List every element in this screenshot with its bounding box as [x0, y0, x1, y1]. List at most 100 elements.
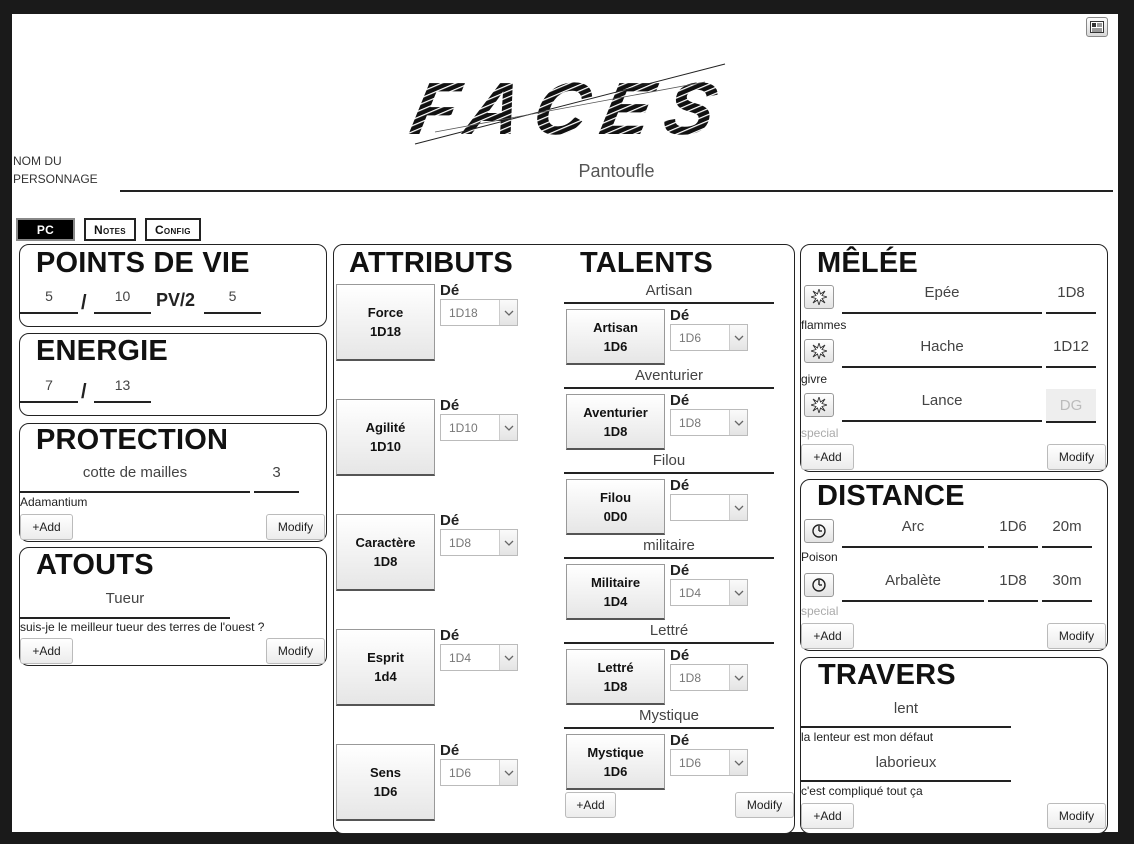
talent-dice-select[interactable]: 1D4 — [670, 579, 748, 606]
attribute-de-label: Dé — [440, 512, 460, 529]
attribute-button[interactable]: Sens 1D6 — [336, 744, 435, 821]
attribute-button[interactable]: Caractère 1D8 — [336, 514, 435, 591]
character-name-field[interactable]: Pantoufle — [120, 158, 1113, 192]
attribute-dice-select[interactable]: 1D10 — [440, 414, 518, 441]
target-icon[interactable] — [804, 573, 834, 597]
talent-dice-select-value: 1D6 — [679, 330, 702, 345]
name-label-line1: NOM DU — [13, 154, 62, 168]
distance-weapon-name[interactable]: Arc — [842, 515, 984, 548]
distance-add-button[interactable]: +Add — [801, 623, 854, 649]
attribute-button[interactable]: Force 1D18 — [336, 284, 435, 361]
travers-name-field[interactable]: lent — [801, 700, 1011, 728]
protection-value-field[interactable]: 3 — [254, 464, 299, 493]
travers-add-button[interactable]: +Add — [801, 803, 854, 829]
weapon-burst-icon[interactable] — [804, 285, 834, 309]
sheet-menu-icon[interactable] — [1086, 17, 1108, 37]
attribute-button[interactable]: Esprit 1d4 — [336, 629, 435, 706]
attribute-dice-select[interactable]: 1D18 — [440, 299, 518, 326]
protection-armor-field[interactable]: cotte de mailles — [20, 464, 250, 493]
atouts-add-button[interactable]: +Add — [20, 638, 73, 664]
melee-weapon-note: flammes — [801, 318, 847, 332]
talent-dice: 1D8 — [603, 678, 628, 694]
talent-button[interactable]: Lettré 1D8 — [566, 649, 665, 705]
talent-dice-select[interactable] — [670, 494, 748, 521]
talent-dice-select-value: 1D8 — [679, 670, 702, 685]
attribute-dice-select[interactable]: 1D6 — [440, 759, 518, 786]
atouts-modify-button[interactable]: Modify — [266, 638, 325, 664]
talent-button[interactable]: Filou 0D0 — [566, 479, 665, 535]
talents-modify-button[interactable]: Modify — [735, 792, 794, 818]
distance-weapon-range[interactable]: 20m — [1042, 515, 1092, 548]
attribute-de-label: Dé — [440, 742, 460, 759]
tab-notes[interactable]: Notes — [84, 218, 136, 241]
talent-button[interactable]: Aventurier 1D8 — [566, 394, 665, 450]
talent-dice-select-value: 1D8 — [679, 415, 702, 430]
talent-button[interactable]: Mystique 1D6 — [566, 734, 665, 790]
energie-title: ENERGIE — [36, 335, 168, 367]
melee-weapon-name[interactable]: Hache — [842, 335, 1042, 368]
distance-weapon-name[interactable]: Arbalète — [842, 569, 984, 602]
travers-name-field[interactable]: laborieux — [801, 754, 1011, 782]
hp-max-field[interactable]: 10 — [94, 288, 151, 314]
talent-dice-select[interactable]: 1D8 — [670, 409, 748, 436]
tab-bar: PC Notes Config — [16, 218, 201, 241]
talent-dice: 1D8 — [603, 423, 628, 439]
protection-title: PROTECTION — [36, 424, 229, 456]
melee-weapon-name[interactable]: Lance — [842, 389, 1042, 422]
protection-add-button[interactable]: +Add — [20, 514, 73, 540]
protection-modify-button[interactable]: Modify — [266, 514, 325, 540]
talent-button[interactable]: Artisan 1D6 — [566, 309, 665, 365]
melee-modify-button[interactable]: Modify — [1047, 444, 1106, 470]
distance-weapon-damage[interactable]: 1D6 — [988, 515, 1038, 548]
attribute-name: Esprit — [367, 650, 404, 665]
melee-weapon-damage[interactable]: 1D8 — [1046, 281, 1096, 314]
talent-category: Aventurier — [564, 367, 774, 389]
talents-add-button[interactable]: +Add — [565, 792, 616, 818]
melee-weapon-damage[interactable]: 1D12 — [1046, 335, 1096, 368]
attribute-dice: 1D10 — [369, 439, 402, 454]
distance-weapon-range[interactable]: 30m — [1042, 569, 1092, 602]
tab-config[interactable]: Config — [144, 218, 201, 241]
atout-name-field[interactable]: Tueur — [20, 590, 230, 619]
tab-pc[interactable]: PC — [16, 218, 75, 241]
distance-modify-button[interactable]: Modify — [1047, 623, 1106, 649]
melee-weapon-damage[interactable]: DG — [1046, 389, 1096, 423]
melee-add-button[interactable]: +Add — [801, 444, 854, 470]
hp-current-field[interactable]: 5 — [20, 288, 78, 314]
attribute-name: Force — [367, 305, 404, 320]
energy-separator: / — [81, 381, 87, 403]
chevron-down-icon — [729, 410, 747, 435]
attribute-button[interactable]: Agilité 1D10 — [336, 399, 435, 476]
weapon-burst-icon[interactable] — [804, 339, 834, 363]
energy-current-field[interactable]: 7 — [20, 377, 78, 403]
attribute-dice: 1D6 — [373, 784, 398, 799]
melee-weapon-name[interactable]: Epée — [842, 281, 1042, 314]
talent-button[interactable]: Militaire 1D4 — [566, 564, 665, 620]
talent-dice-select[interactable]: 1D8 — [670, 664, 748, 691]
talent-category: Artisan — [564, 282, 774, 304]
talent-dice-select[interactable]: 1D6 — [670, 749, 748, 776]
talent-name: Lettré — [597, 659, 634, 675]
attribute-dice-select[interactable]: 1D4 — [440, 644, 518, 671]
energy-max-field[interactable]: 13 — [94, 377, 151, 403]
attribute-dice-select[interactable]: 1D8 — [440, 529, 518, 556]
attribute-dice: 1D8 — [373, 554, 398, 569]
hp-half-label: PV/2 — [156, 290, 196, 310]
talent-name: Aventurier — [583, 404, 648, 420]
travers-modify-button[interactable]: Modify — [1047, 803, 1106, 829]
melee-weapon-note: special — [801, 426, 839, 440]
weapon-burst-icon[interactable] — [804, 393, 834, 417]
distance-weapon-note: special — [801, 604, 839, 618]
character-name-label: NOM DU PERSONNAGE — [13, 152, 98, 188]
attribute-dice-select-value: 1D6 — [449, 765, 472, 780]
talent-dice-select[interactable]: 1D6 — [670, 324, 748, 351]
atout-note: suis-je le meilleur tueur des terres de … — [20, 620, 265, 634]
distance-weapon-damage[interactable]: 1D8 — [988, 569, 1038, 602]
attribute-name: Sens — [369, 765, 402, 780]
attribute-dice-select-value: 1D8 — [449, 535, 472, 550]
target-icon[interactable] — [804, 519, 834, 543]
talent-name: Filou — [599, 489, 632, 505]
hp-half-field[interactable]: 5 — [204, 288, 261, 314]
chevron-down-icon — [499, 760, 517, 785]
talent-name: Militaire — [590, 574, 641, 590]
